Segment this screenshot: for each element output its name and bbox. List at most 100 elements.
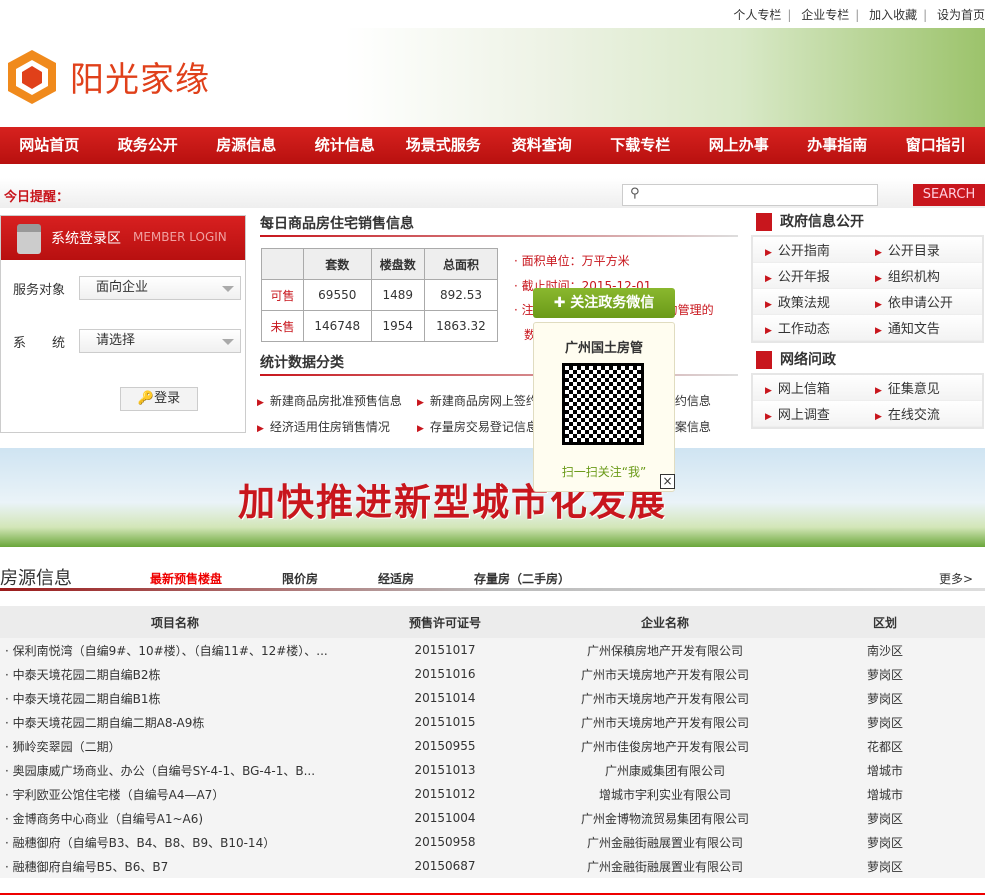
nav-scenario[interactable]: 场景式服务 <box>394 127 493 164</box>
stats-title: 统计数据分类 <box>260 355 344 371</box>
gov-link[interactable]: ▶ 公开目录 <box>863 240 973 259</box>
search-button[interactable]: SEARCH <box>913 184 985 206</box>
sales-title: 每日商品房住宅销售信息 <box>260 216 414 232</box>
login-header: 系统登录区 MEMBER LOGIN <box>1 216 245 260</box>
nav-window[interactable]: 窗口指引 <box>887 127 985 164</box>
service-label: 服务对象 <box>13 283 66 298</box>
permit-number: 20150955 <box>414 739 476 753</box>
table-row[interactable]: · 融穗御府自编号B5、B6、B7 20150687 广州金融街融展置业有限公司 萝岗… <box>0 854 985 878</box>
gov-link[interactable]: ▶ 公开指南 <box>753 240 863 259</box>
gov-link[interactable]: ▶ 政策法规 <box>753 292 863 311</box>
project-name[interactable]: · 融穗御府（自编号B3、B4、B8、B9、B10-14） <box>0 834 345 851</box>
project-name[interactable]: · 奥园康威广场商业、办公（自编号SY-4-1、BG-4-1、B... <box>0 762 345 779</box>
gov-title: 政府信息公开 <box>756 211 864 231</box>
table-header: 项目名称 预售许可证号 企业名称 区划 <box>0 606 985 638</box>
nav-guide[interactable]: 办事指南 <box>788 127 887 164</box>
system-label: 系 统 <box>13 336 66 351</box>
nav-statistics[interactable]: 统计信息 <box>296 127 395 164</box>
logo-icon[interactable] <box>6 48 58 106</box>
tab-latest-presale[interactable]: 最新预售楼盘 <box>150 570 222 587</box>
table-row[interactable]: · 中泰天境花园二期自编二期A8-A9栋 20151015 广州市天境房地产开发有限… <box>0 710 985 734</box>
link-homepage[interactable]: 设为首页 <box>937 8 985 22</box>
table-row: 未售 146748 1954 1863.32 <box>261 310 499 342</box>
close-icon[interactable]: × <box>660 474 675 489</box>
logo-text[interactable]: 阳光家缘 <box>70 52 210 101</box>
table-row[interactable]: · 保利南悦湾（自编9#、10#楼）、（自编11#、12#楼）、... 20151… <box>0 638 985 662</box>
project-name[interactable]: · 保利南悦湾（自编9#、10#楼）、（自编11#、12#楼）、... <box>0 642 345 659</box>
permit-number: 20151013 <box>414 763 476 777</box>
nav-gov-affairs[interactable]: 政务公开 <box>99 127 198 164</box>
row-label: 可售 <box>261 279 304 311</box>
stats-link[interactable]: ▶ 新建商品房批准预售信息 <box>257 392 402 409</box>
plus-icon: ✚ <box>553 295 571 311</box>
net-link[interactable]: ▶ 征集意见 <box>863 378 973 397</box>
table-row[interactable]: · 融穗御府（自编号B3、B4、B8、B9、B10-14） 20150958 广州金… <box>0 830 985 854</box>
project-name[interactable]: · 狮岭奕翠园（二期） <box>0 738 345 755</box>
nav-download[interactable]: 下载专栏 <box>591 127 690 164</box>
gov-link[interactable]: ▶ 公开年报 <box>753 266 863 285</box>
table-row[interactable]: · 中泰天境花园二期自编B2栋 20151016 广州市天境房地产开发有限公司 萝岗区 <box>0 662 985 686</box>
nav-housing[interactable]: 房源信息 <box>197 127 296 164</box>
login-subtitle: MEMBER LOGIN <box>133 230 227 244</box>
project-name[interactable]: · 宇利欧亚公馆住宅楼（自编号A4—A7） <box>0 786 345 803</box>
project-name[interactable]: · 中泰天境花园二期自编B1栋 <box>0 690 345 707</box>
header-cell: 楼盘数 <box>370 248 425 280</box>
link-favorite[interactable]: 加入收藏 <box>869 8 917 22</box>
table-row[interactable]: · 狮岭奕翠园（二期） 20150955 广州市佳俊房地产开发有限公司 花都区 <box>0 734 985 758</box>
district: 萝岗区 <box>866 859 903 874</box>
gov-link[interactable]: ▶ 工作动态 <box>753 318 863 337</box>
tab-limited-price[interactable]: 限价房 <box>282 570 318 587</box>
nav-query[interactable]: 资料查询 <box>493 127 592 164</box>
district: 增城市 <box>866 763 903 778</box>
project-name[interactable]: · 融穗御府自编号B5、B6、B7 <box>0 858 345 875</box>
row-label: 未售 <box>261 310 304 342</box>
tab-affordable[interactable]: 经适房 <box>378 570 414 587</box>
nav-online[interactable]: 网上办事 <box>690 127 789 164</box>
header-cell: 总面积 <box>423 248 499 280</box>
project-name[interactable]: · 中泰天境花园二期自编二期A8-A9栋 <box>0 714 345 731</box>
header-cell: 套数 <box>303 248 372 280</box>
table-row[interactable]: · 金博商务中心商业（自编号A1~A6) 20151004 广州金博物流贸易集团有限… <box>0 806 985 830</box>
stats-link[interactable]: ▶ 存量房交易登记信息 <box>417 418 538 435</box>
system-select[interactable]: 请选择 <box>79 329 241 353</box>
table-row[interactable]: · 奥园康威广场商业、办公（自编号SY-4-1、BG-4-1、B... 20151… <box>0 758 985 782</box>
link-personal[interactable]: 个人专栏 <box>733 8 781 22</box>
stats-link[interactable]: ▶ 经济适用住房销售情况 <box>257 418 390 435</box>
header-cell: 项目名称 <box>150 615 199 630</box>
district: 萝岗区 <box>866 835 903 850</box>
table-row[interactable]: · 中泰天境花园二期自编B1栋 20151014 广州市天境房地产开发有限公司 萝岗区 <box>0 686 985 710</box>
project-name[interactable]: · 金博商务中心商业（自编号A1~A6) <box>0 810 345 827</box>
gov-link[interactable]: ▶ 组织机构 <box>863 266 973 285</box>
company-name: 广州市佳俊房地产开发有限公司 <box>580 739 749 754</box>
gov-link[interactable]: ▶ 通知文告 <box>863 318 973 337</box>
wechat-follow-button[interactable]: ✚ 关注政务微信 <box>533 288 675 318</box>
nav-home[interactable]: 网站首页 <box>0 127 99 164</box>
search-input[interactable]: ⚲ <box>622 184 878 206</box>
reminder-label: 今日提醒： <box>4 190 70 205</box>
cell: 1863.32 <box>423 310 499 342</box>
link-enterprise[interactable]: 企业专栏 <box>801 8 849 22</box>
net-link[interactable]: ▶ 网上信箱 <box>753 378 863 397</box>
permit-number: 20151017 <box>414 643 476 657</box>
gov-link[interactable]: ▶ 依申请公开 <box>863 292 973 311</box>
login-button-label: 登录 <box>154 391 181 406</box>
district: 萝岗区 <box>866 715 903 730</box>
company-name: 广州保稹房地产开发有限公司 <box>586 643 743 658</box>
wechat-popup: 广州国土房管 扫一扫关注“我” <box>533 322 675 492</box>
popup-caption: 扫一扫关注“我” <box>561 465 647 479</box>
login-button[interactable]: 🔑登录 <box>120 387 198 411</box>
more-link[interactable]: 更多> <box>939 570 973 587</box>
header-cell: 区划 <box>872 615 897 630</box>
key-icon: 🔑 <box>137 391 155 406</box>
net-panel: ▶ 网上信箱 ▶ 征集意见 ▶ 网上调查 ▶ 在线交流 <box>751 373 984 429</box>
tab-second-hand[interactable]: 存量房（二手房） <box>474 570 570 587</box>
service-select[interactable]: 面向企业 <box>79 276 241 300</box>
project-name[interactable]: · 中泰天境花园二期自编B2栋 <box>0 666 345 683</box>
gov-panel: ▶ 公开指南 ▶ 公开目录 ▶ 公开年报 ▶ 组织机构 ▶ 政策法规 ▶ 依申请公开 ▶ 工作动态 ▶… <box>751 235 984 343</box>
company-name: 广州市天境房地产开发有限公司 <box>580 691 749 706</box>
net-link[interactable]: ▶ 在线交流 <box>863 404 973 423</box>
district: 花都区 <box>866 739 903 754</box>
company-name: 广州康威集团有限公司 <box>604 763 725 778</box>
table-row[interactable]: · 宇利欧亚公馆住宅楼（自编号A4—A7） 20151012 增城市宇利实业有限公司… <box>0 782 985 806</box>
net-link[interactable]: ▶ 网上调查 <box>753 404 863 423</box>
